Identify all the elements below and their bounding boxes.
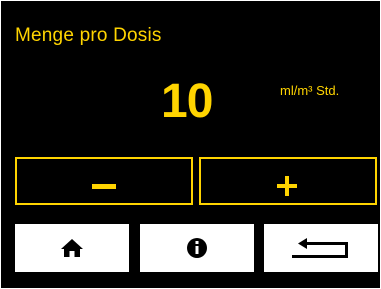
decrease-button[interactable] <box>15 157 193 205</box>
back-button[interactable] <box>264 224 378 272</box>
home-icon <box>61 239 83 257</box>
dose-unit: ml/m³ Std. <box>280 83 340 98</box>
return-arrow-icon <box>292 238 348 258</box>
increase-button[interactable] <box>199 157 377 205</box>
dose-value: 10 <box>161 75 213 128</box>
info-icon <box>187 238 207 258</box>
info-button[interactable] <box>140 224 254 272</box>
page-title: Menge pro Dosis <box>15 25 162 46</box>
minus-icon <box>92 184 116 189</box>
plus-icon-vertical <box>285 176 289 196</box>
home-button[interactable] <box>15 224 129 272</box>
dosing-screen: Menge pro Dosis 10 ml/m³ Std. <box>1 1 380 288</box>
